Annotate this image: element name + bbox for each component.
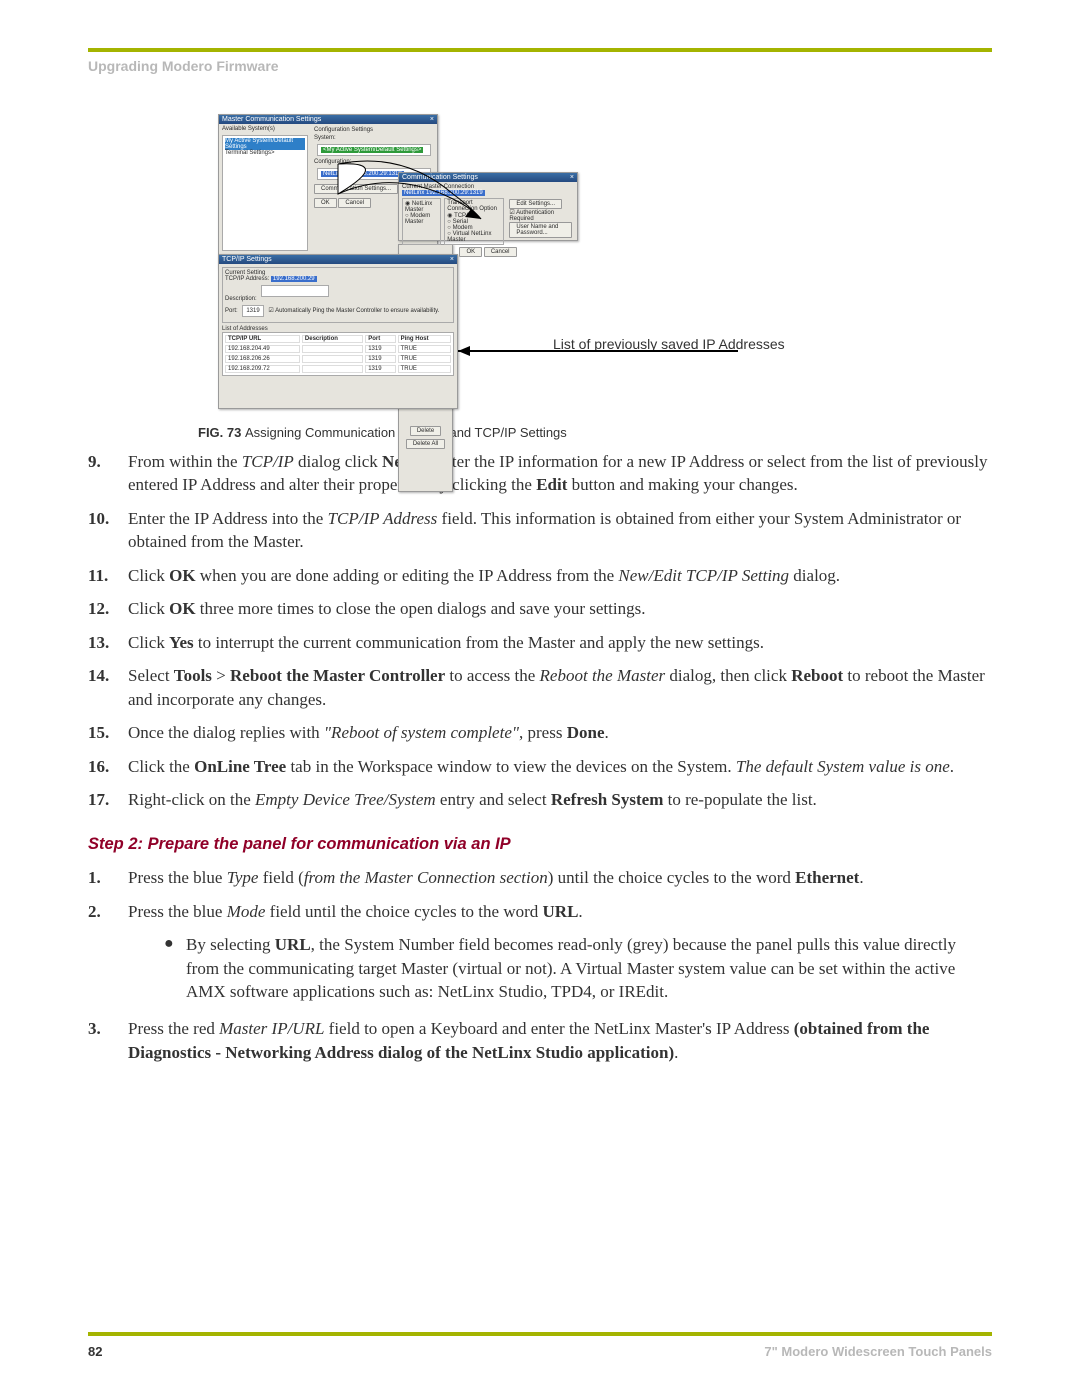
step-number: 15. [88, 721, 128, 744]
tree-root-label: Available System(s) [222, 126, 308, 132]
current-conn-value: NetLinx 192.168.200.29:1319 [402, 190, 485, 196]
ok-button[interactable]: OK [314, 198, 337, 208]
step-text: Enter the IP Address into the TCP/IP Add… [128, 507, 992, 554]
list-item: 10.Enter the IP Address into the TCP/IP … [88, 507, 992, 554]
list-item: 11.Click OK when you are done adding or … [88, 564, 992, 587]
list-item: 17.Right-click on the Empty Device Tree/… [88, 788, 992, 811]
list-item: 12.Click OK three more times to close th… [88, 597, 992, 620]
section-heading: Upgrading Modero Firmware [88, 58, 992, 74]
step-number: 2. [88, 900, 128, 1008]
port-label: Port: [225, 308, 238, 314]
system-value: <My Active System/Default Settings> [321, 147, 423, 153]
step-number: 10. [88, 507, 128, 554]
list-item: 14.Select Tools > Reboot the Master Cont… [88, 664, 992, 711]
close-icon[interactable]: × [570, 174, 574, 181]
col-url: TCP/IP URL [225, 335, 300, 343]
col-ping: Ping Host [398, 335, 451, 343]
desc-input[interactable] [261, 285, 329, 297]
page-number: 82 [88, 1344, 102, 1359]
side-delete-all[interactable]: Delete All [406, 439, 445, 449]
tree-item-selected[interactable]: My Active System/Default Settings [225, 138, 305, 150]
userpass-button[interactable]: User Name and Password... [509, 222, 572, 238]
step-number: 14. [88, 664, 128, 711]
step-text: Once the dialog replies with "Reboot of … [128, 721, 992, 744]
dlg1-title: Master Communication Settings [222, 116, 321, 123]
config-heading: Configuration Settings [314, 127, 434, 133]
ok-button[interactable]: OK [459, 247, 482, 257]
table-row[interactable]: 192.168.209.721319TRUE [225, 365, 451, 373]
col-desc: Description [302, 335, 363, 343]
figure-73: Master Communication Settings × Available… [198, 114, 898, 419]
config-label: Configuration: [314, 159, 434, 165]
sub-bullet: ●By selecting URL, the System Number fie… [164, 933, 992, 1003]
step-number: 3. [88, 1017, 128, 1064]
side-delete[interactable]: Delete [410, 426, 441, 436]
step-number: 9. [88, 450, 128, 497]
comm-settings-button[interactable]: Communication Settings... [314, 184, 398, 194]
list-item: 13.Click Yes to interrupt the current co… [88, 631, 992, 654]
radio-modem[interactable]: Modem Master [405, 213, 430, 225]
step-number: 17. [88, 788, 128, 811]
dlg3-title: Communication Settings [402, 174, 478, 181]
step-text: Right-click on the Empty Device Tree/Sys… [128, 788, 992, 811]
callout-arrow-icon [458, 344, 748, 346]
opt-virtual[interactable]: Virtual NetLinx Master [447, 231, 491, 243]
auth-checkbox[interactable]: Authentication Required [509, 210, 554, 222]
step-number: 12. [88, 597, 128, 620]
step-number: 11. [88, 564, 128, 587]
cancel-button[interactable]: Cancel [484, 247, 517, 257]
ip-address-table[interactable]: TCP/IP URL Description Port Ping Host 19… [222, 332, 454, 376]
step-text: Click the OnLine Tree tab in the Workspa… [128, 755, 992, 778]
table-row[interactable]: 192.168.204.491319TRUE [225, 345, 451, 353]
dialog-comm-settings: Communication Settings× Current Master C… [398, 172, 578, 241]
auto-ping-checkbox[interactable]: Automatically Ping the Master Controller… [275, 308, 439, 314]
list-item: 9.From within the TCP/IP dialog click Ne… [88, 450, 992, 497]
cancel-button[interactable]: Cancel [338, 198, 371, 208]
step-text: From within the TCP/IP dialog click New … [128, 450, 992, 497]
table-row[interactable]: 192.168.206.261319TRUE [225, 355, 451, 363]
step2-heading: Step 2: Prepare the panel for communicat… [88, 833, 992, 856]
col-port: Port [365, 335, 395, 343]
steps-list-a: 9.From within the TCP/IP dialog click Ne… [88, 450, 992, 811]
dlg2-title: TCP/IP Settings [222, 256, 272, 263]
step-text: Press the blue Type field (from the Mast… [128, 866, 992, 889]
figure-caption: FIG. 73 Assigning Communication Settings… [198, 425, 992, 440]
step-text: Click OK when you are done adding or edi… [128, 564, 992, 587]
step-text: Press the blue Mode field until the choi… [128, 900, 992, 1008]
port-value[interactable]: 1319 [242, 305, 263, 317]
step-number: 1. [88, 866, 128, 889]
list-item: 1.Press the blue Type field (from the Ma… [88, 866, 992, 889]
bullet-icon: ● [164, 933, 186, 1003]
system-label: System: [314, 135, 434, 141]
list-item: 3.Press the red Master IP/URL field to o… [88, 1017, 992, 1064]
close-icon[interactable]: × [430, 116, 434, 123]
steps-list-b: 1.Press the blue Type field (from the Ma… [88, 866, 992, 1064]
step-text: Press the red Master IP/URL field to ope… [128, 1017, 992, 1064]
footer-title: 7" Modero Widescreen Touch Panels [764, 1344, 992, 1359]
list-item: 16.Click the OnLine Tree tab in the Work… [88, 755, 992, 778]
step-number: 16. [88, 755, 128, 778]
tree-item[interactable]: Terminal Settings> [225, 150, 305, 156]
step-text: Click Yes to interrupt the current commu… [128, 631, 992, 654]
dialog-tcpip-settings: TCP/IP Settings× Current Setting TCP/IP … [218, 254, 458, 409]
list-item: 15.Once the dialog replies with "Reboot … [88, 721, 992, 744]
sub-text: By selecting URL, the System Number fiel… [186, 933, 992, 1003]
transport-group-label: Transport Connection Option [447, 200, 501, 212]
list-item: 2.Press the blue Mode field until the ch… [88, 900, 992, 1008]
step-number: 13. [88, 631, 128, 654]
step-text: Select Tools > Reboot the Master Control… [128, 664, 992, 711]
edit-settings-button[interactable]: Edit Settings... [509, 199, 562, 209]
radio-netlinx[interactable]: NetLinx Master [405, 201, 432, 213]
config-value: NetLinx 192.168.200.29:1319 [321, 171, 404, 177]
step-text: Click OK three more times to close the o… [128, 597, 992, 620]
